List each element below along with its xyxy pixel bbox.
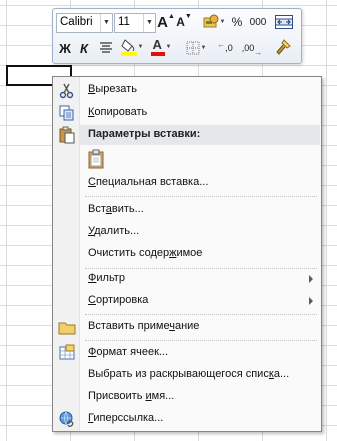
align-center-icon [100,42,112,53]
menu-item-label: Выбрать из раскрывающегося списка... [88,368,290,380]
font-size-value: 11 [118,16,130,28]
menu-item-define-name[interactable]: Присвоить имя... [53,386,321,408]
menu-item-label: Фильтр [88,272,125,284]
font-name-value: Calibri [60,16,93,28]
percent-button[interactable]: % [229,12,245,32]
menu-item-pick-from-list[interactable]: Выбрать из раскрывающегося списка... [53,364,321,386]
menu-item-filter[interactable]: Фильтр [53,268,321,290]
font-color-button[interactable]: A ▼ [148,37,174,57]
paint-bucket-icon [120,39,137,56]
chevron-down-icon[interactable]: ▼ [100,14,112,32]
menu-separator [85,196,317,197]
merge-center-icon [275,15,293,29]
increase-decimal-button[interactable]: ← ,0 [213,38,237,58]
chevron-down-icon[interactable]: ▼ [143,14,155,32]
scissors-icon [59,83,74,99]
format-cells-icon [59,344,75,360]
align-center-button[interactable] [96,38,116,58]
paste-options-section: Параметры вставки: [53,125,321,145]
font-color-icon: A [152,37,162,52]
menu-item-label: Вырезать [88,83,137,95]
thousands-icon: 000 [249,16,267,28]
decrease-decimal-icon: ,00 [241,43,255,53]
shrink-font-icon: A [176,15,185,29]
menu-item-label: Присвоить имя... [88,390,175,402]
menu-item-label: Вставить... [88,203,144,215]
font-name-combo[interactable]: Calibri ▼ [56,13,113,33]
format-painter-icon [276,39,291,55]
paste-clipboard-icon [88,149,104,169]
paste-options-label: Параметры вставки: [88,128,201,140]
menu-item-label: Гиперссылка... [88,412,164,424]
menu-separator [85,314,317,315]
menu-item-label: Копировать [88,106,148,118]
menu-item-hyperlink[interactable]: Гиперссылка... [53,408,321,430]
italic-icon: К [80,40,88,56]
number-format-button[interactable]: ▼ [201,12,227,32]
paste-icon [59,126,75,144]
menu-item-paste-special[interactable]: Специальная вставка... [53,172,321,194]
submenu-arrow-icon [309,297,313,305]
shrink-font-button[interactable]: A ▼ [176,12,192,32]
format-painter-button[interactable] [273,37,293,57]
submenu-arrow-icon [309,275,313,283]
menu-item-delete[interactable]: Удалить... [53,221,321,243]
menu-item-format-cells[interactable]: Формат ячеек... [53,342,321,364]
increase-decimal-icon: ,0 [225,43,233,53]
borders-button[interactable]: ▼ [183,38,209,58]
menu-item-label: Формат ячеек... [88,346,169,358]
context-menu: Вырезать Копировать Параметры вставки: С [52,76,322,432]
menu-item-cut[interactable]: Вырезать [53,79,321,101]
menu-separator [85,340,317,341]
menu-item-insert-comment[interactable]: Вставить примечание [53,316,321,338]
bold-button[interactable]: Ж [57,38,73,58]
bold-icon: Ж [59,40,71,56]
menu-item-label: Специальная вставка... [88,176,209,188]
menu-item-label: Удалить... [88,225,140,237]
menu-item-clear-contents[interactable]: Очистить содержимое [53,243,321,265]
fill-color-button[interactable]: ▼ [119,37,145,57]
menu-item-label: Сортировка [88,294,149,306]
comment-icon [58,322,76,335]
hyperlink-icon [59,411,74,427]
italic-button[interactable]: К [76,38,92,58]
paste-options-header: Параметры вставки: [80,125,320,145]
percent-icon: % [231,15,243,29]
currency-format-icon [203,14,219,28]
menu-item-label: Вставить примечание [88,320,200,332]
menu-item-copy[interactable]: Копировать [53,102,321,124]
menu-item-insert[interactable]: Вставить... [53,199,321,221]
copy-icon [59,105,74,121]
mini-toolbar: Calibri ▼ 11 ▼ A ▲ A ▼ ▼ % 000 Ж К ▼ A ▼… [52,8,302,64]
borders-icon [186,41,200,55]
font-size-combo[interactable]: 11 ▼ [114,13,156,33]
merge-center-button[interactable] [273,12,295,32]
menu-item-label: Очистить содержимое [88,247,203,259]
thousands-separator-button[interactable]: 000 [247,12,269,32]
decrease-decimal-button[interactable]: ,00 → [239,38,265,58]
grow-font-icon: A [157,13,168,31]
grow-font-button[interactable]: A ▲ [157,12,175,32]
paste-option-button[interactable] [85,148,107,170]
menu-item-sort[interactable]: Сортировка [53,290,321,312]
